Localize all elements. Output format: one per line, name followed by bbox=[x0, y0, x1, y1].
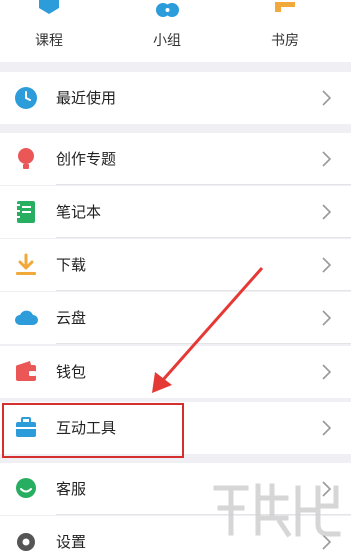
nav-group[interactable]: 小组 bbox=[122, 0, 212, 62]
course-icon bbox=[39, 0, 59, 14]
chevron-right-icon bbox=[322, 420, 332, 436]
nav-course-label: 课程 bbox=[35, 33, 63, 49]
divider bbox=[56, 237, 351, 238]
divider bbox=[56, 184, 351, 185]
menu-item-label: 钱包 bbox=[56, 363, 87, 381]
settings-icon bbox=[17, 533, 35, 551]
menu-item-label: 笔记本 bbox=[56, 203, 102, 221]
menu-item-settings[interactable]: 设置 bbox=[0, 516, 351, 557]
nav-study-room[interactable]: 书房 bbox=[240, 0, 330, 62]
bulb-icon bbox=[18, 148, 34, 169]
wallet-icon bbox=[16, 361, 36, 381]
menu-item-wallet[interactable]: 钱包 bbox=[0, 346, 351, 398]
cloud-icon bbox=[15, 310, 38, 325]
toolbox-icon bbox=[16, 417, 36, 437]
study-room-icon bbox=[275, 2, 295, 12]
divider bbox=[56, 290, 351, 291]
menu-item-label: 客服 bbox=[56, 480, 87, 498]
menu-item-download[interactable]: 下载 bbox=[0, 239, 351, 291]
menu-item-label: 下载 bbox=[56, 256, 87, 274]
chevron-right-icon bbox=[322, 204, 332, 220]
chevron-right-icon bbox=[322, 364, 332, 380]
menu-item-cloud[interactable]: 云盘 bbox=[0, 292, 351, 344]
menu-item-creation[interactable]: 创作专题 bbox=[0, 133, 351, 185]
nav-study-room-label: 书房 bbox=[271, 33, 299, 49]
chevron-right-icon bbox=[322, 534, 332, 550]
chevron-right-icon bbox=[322, 90, 332, 106]
divider bbox=[56, 343, 351, 344]
download-icon bbox=[16, 253, 36, 275]
chevron-right-icon bbox=[322, 151, 332, 167]
chevron-right-icon bbox=[322, 257, 332, 273]
notebook-icon bbox=[17, 201, 35, 223]
menu-item-label: 云盘 bbox=[56, 309, 87, 327]
nav-course[interactable]: 课程 bbox=[4, 0, 94, 62]
menu-item-label: 创作专题 bbox=[56, 150, 117, 168]
menu-item-label: 互动工具 bbox=[56, 419, 117, 437]
chevron-right-icon bbox=[322, 481, 332, 497]
divider bbox=[56, 514, 351, 515]
menu-item-label: 设置 bbox=[56, 533, 87, 551]
clock-icon bbox=[15, 87, 37, 109]
menu-item-label: 最近使用 bbox=[56, 89, 117, 107]
top-nav: 课程 小组 书房 bbox=[0, 0, 351, 62]
nav-group-label: 小组 bbox=[153, 33, 181, 49]
menu-item-recent[interactable]: 最近使用 bbox=[0, 72, 351, 124]
menu-item-interactive-tools[interactable]: 互动工具 bbox=[0, 402, 351, 454]
chevron-right-icon bbox=[322, 310, 332, 326]
support-icon bbox=[16, 478, 36, 498]
group-icon bbox=[156, 3, 179, 17]
menu-item-support[interactable]: 客服 bbox=[0, 463, 351, 515]
menu-item-notebook[interactable]: 笔记本 bbox=[0, 186, 351, 238]
